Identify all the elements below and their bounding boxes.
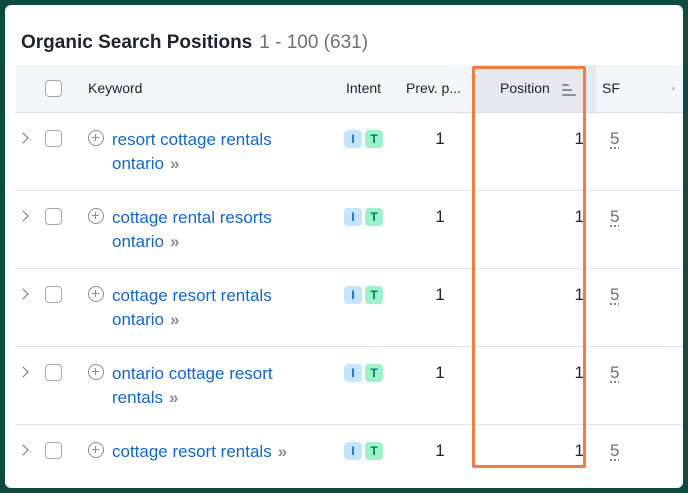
position-value: 1 xyxy=(574,285,584,304)
plus-circle-icon[interactable] xyxy=(88,364,104,380)
prev-position-value: 1 xyxy=(435,129,445,148)
prev-position-value: 1 xyxy=(435,441,445,460)
row-checkbox[interactable] xyxy=(45,442,62,459)
intent-informational-badge: I xyxy=(344,442,362,460)
intent-informational-badge: I xyxy=(344,286,362,304)
position-value: 1 xyxy=(574,441,584,460)
intent-transactional-badge: T xyxy=(365,364,383,382)
keyword-link[interactable]: cottage resort rentals ontario» xyxy=(112,284,327,331)
prev-position-value: 1 xyxy=(435,363,445,382)
intent-informational-badge: I xyxy=(344,364,362,382)
intent-badges: I T xyxy=(344,130,383,148)
plus-circle-icon[interactable] xyxy=(88,286,104,302)
position-value: 1 xyxy=(574,207,584,226)
plus-circle-icon[interactable] xyxy=(88,442,104,458)
intent-badges: I T xyxy=(344,442,383,460)
table-header: Keyword Intent Prev. p... Position SF xyxy=(15,65,683,113)
intent-badges: I T xyxy=(344,364,383,382)
keyword-link[interactable]: cottage rental resorts ontario» xyxy=(112,206,327,253)
keyword-link[interactable]: cottage resort rentals» xyxy=(112,440,352,464)
result-range: 1 - 100 (631) xyxy=(259,32,369,53)
table-row: resort cottage rentals ontario» I T 1 1 5 xyxy=(15,113,683,191)
double-chevron-right-icon[interactable]: » xyxy=(170,310,180,329)
row-checkbox[interactable] xyxy=(45,208,62,225)
table-row: cottage resort rentals» I T 1 1 5 xyxy=(15,425,683,488)
intent-transactional-badge: T xyxy=(365,208,383,226)
column-header-keyword[interactable]: Keyword xyxy=(88,65,142,112)
row-checkbox[interactable] xyxy=(45,364,62,381)
double-chevron-right-icon[interactable]: » xyxy=(169,388,179,407)
page-title: Organic Search Positions xyxy=(21,32,253,53)
keyword-link[interactable]: resort cottage rentals ontario» xyxy=(112,128,327,175)
chevron-right-icon[interactable] xyxy=(17,210,29,222)
plus-circle-icon[interactable] xyxy=(88,130,104,146)
position-value: 1 xyxy=(574,129,584,148)
chevron-right-icon[interactable] xyxy=(17,444,29,456)
prev-position-value: 1 xyxy=(435,285,445,304)
column-header-prev-position[interactable]: Prev. p... xyxy=(406,65,461,112)
serp-features-count[interactable]: 5 xyxy=(610,441,619,461)
double-chevron-right-icon[interactable]: » xyxy=(170,232,180,251)
organic-search-panel: Organic Search Positions 1 - 100 (631) K… xyxy=(5,5,683,488)
select-all-checkbox[interactable] xyxy=(45,80,62,97)
serp-features-count[interactable]: 5 xyxy=(610,207,619,227)
plus-circle-icon[interactable] xyxy=(88,208,104,224)
panel-header: Organic Search Positions 1 - 100 (631) xyxy=(21,32,368,60)
double-chevron-right-icon[interactable]: » xyxy=(170,154,180,173)
serp-features-count[interactable]: 5 xyxy=(610,363,619,383)
intent-transactional-badge: T xyxy=(365,286,383,304)
intent-badges: I T xyxy=(344,208,383,226)
table-row: cottage rental resorts ontario» I T 1 1 5 xyxy=(15,191,683,269)
intent-informational-badge: I xyxy=(344,208,362,226)
chevron-right-icon[interactable] xyxy=(17,132,29,144)
intent-transactional-badge: T xyxy=(365,442,383,460)
double-chevron-right-icon[interactable]: » xyxy=(278,442,288,461)
table-row: cottage resort rentals ontario» I T 1 1 5 xyxy=(15,269,683,347)
chevron-right-icon[interactable] xyxy=(17,288,29,300)
intent-informational-badge: I xyxy=(344,130,362,148)
column-header-position[interactable]: Position xyxy=(500,65,550,112)
row-checkbox[interactable] xyxy=(45,130,62,147)
serp-features-count[interactable]: 5 xyxy=(610,129,619,149)
scroll-indicator[interactable] xyxy=(672,87,675,90)
intent-badges: I T xyxy=(344,286,383,304)
sort-icon[interactable] xyxy=(562,84,576,99)
table-row: ontario cottage resort rentals» I T 1 1 5 xyxy=(15,347,683,425)
serp-features-count[interactable]: 5 xyxy=(610,285,619,305)
keyword-link[interactable]: ontario cottage resort rentals» xyxy=(112,362,327,409)
chevron-right-icon[interactable] xyxy=(17,366,29,378)
column-header-sf[interactable]: SF xyxy=(602,65,620,112)
row-checkbox[interactable] xyxy=(45,286,62,303)
column-header-intent[interactable]: Intent xyxy=(346,65,381,112)
position-value: 1 xyxy=(574,363,584,382)
intent-transactional-badge: T xyxy=(365,130,383,148)
prev-position-value: 1 xyxy=(435,207,445,226)
